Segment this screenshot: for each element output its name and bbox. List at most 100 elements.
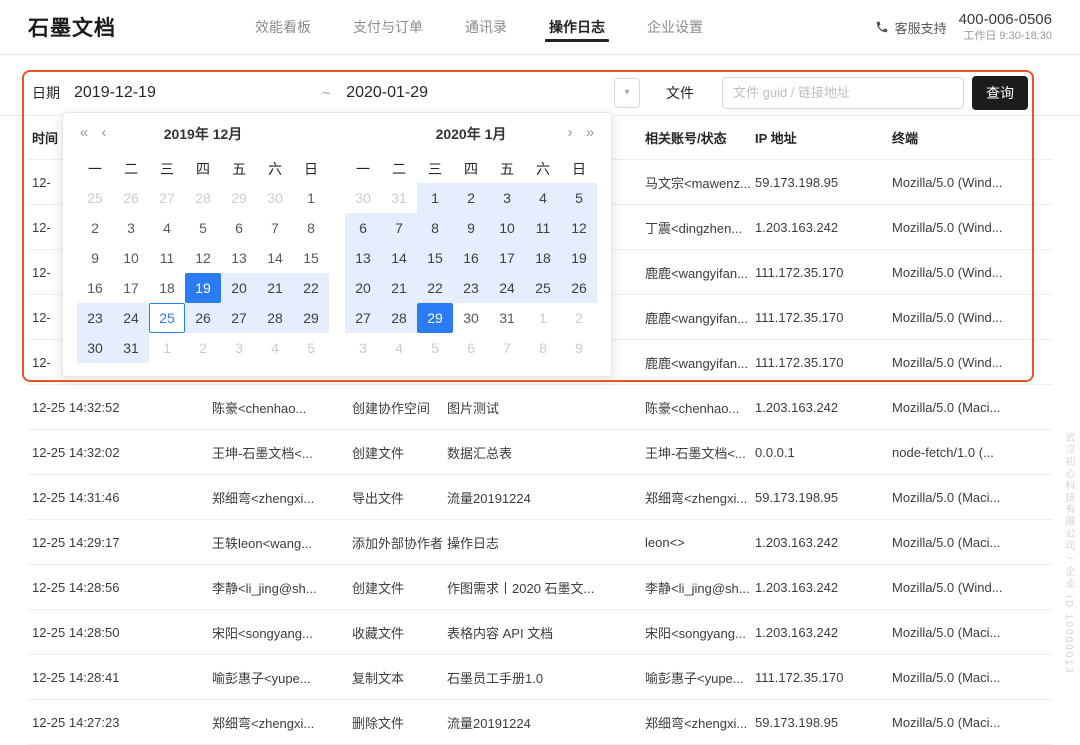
calendar-day[interactable]: 30 [77,333,113,363]
calendar-day[interactable]: 5 [561,183,597,213]
calendar-day[interactable]: 9 [453,213,489,243]
calendar-day[interactable]: 25 [77,183,113,213]
calendar-day[interactable]: 14 [381,243,417,273]
calendar-day[interactable]: 3 [221,333,257,363]
calendar-day[interactable]: 11 [525,213,561,243]
calendar-day[interactable]: 28 [185,183,221,213]
calendar-day[interactable]: 3 [113,213,149,243]
calendar-day[interactable]: 13 [345,243,381,273]
calendar-day[interactable]: 7 [489,333,525,363]
calendar-day[interactable]: 30 [257,183,293,213]
calendar-day[interactable]: 6 [221,213,257,243]
nav-item-active[interactable]: 操作日志 [528,0,626,55]
calendar-day[interactable]: 21 [381,273,417,303]
nav-item[interactable]: 支付与订单 [332,0,444,55]
file-guid-input[interactable] [722,77,964,109]
calendar-day[interactable]: 18 [525,243,561,273]
calendar-day[interactable]: 7 [257,213,293,243]
calendar-day[interactable]: 30 [453,303,489,333]
calendar-day[interactable]: 26 [561,273,597,303]
calendar-day[interactable]: 4 [381,333,417,363]
date-range-input[interactable]: 2019-12-19 ~ 2020-01-29 [74,84,614,102]
calendar-day[interactable]: 5 [185,213,221,243]
calendar-day[interactable]: 2 [453,183,489,213]
calendar-day[interactable]: 27 [149,183,185,213]
calendar-day[interactable]: 2 [185,333,221,363]
calendar-day[interactable]: 25 [149,303,185,333]
calendar-day[interactable]: 11 [149,243,185,273]
calendar-day[interactable]: 18 [149,273,185,303]
calendar-day[interactable]: 1 [293,183,329,213]
calendar-day[interactable]: 20 [221,273,257,303]
query-button[interactable]: 查询 [972,76,1028,110]
calendar-day[interactable]: 22 [293,273,329,303]
calendar-day[interactable]: 7 [381,213,417,243]
nav-item[interactable]: 通讯录 [444,0,528,55]
brand-logo[interactable]: 石墨文档 [28,12,116,42]
calendar-day[interactable]: 23 [77,303,113,333]
calendar-day[interactable]: 30 [345,183,381,213]
calendar-day[interactable]: 9 [77,243,113,273]
calendar-day[interactable]: 16 [453,243,489,273]
calendar-day[interactable]: 25 [525,273,561,303]
calendar-day[interactable]: 6 [345,213,381,243]
calendar-day[interactable]: 1 [417,183,453,213]
calendar-day[interactable]: 26 [113,183,149,213]
calendar-day[interactable]: 8 [417,213,453,243]
calendar-day[interactable]: 31 [489,303,525,333]
calendar-day[interactable]: 22 [417,273,453,303]
date-start-value[interactable]: 2019-12-19 [74,84,322,102]
prev-month-button[interactable]: ‹ [95,124,113,141]
calendar-day[interactable]: 6 [453,333,489,363]
calendar-day[interactable]: 15 [417,243,453,273]
calendar-day[interactable]: 19 [185,273,221,303]
calendar-day[interactable]: 27 [221,303,257,333]
calendar-day[interactable]: 20 [345,273,381,303]
calendar-day[interactable]: 29 [293,303,329,333]
calendar-day[interactable]: 8 [293,213,329,243]
calendar-day[interactable]: 29 [417,303,453,333]
calendar-day[interactable]: 19 [561,243,597,273]
calendar-day[interactable]: 5 [293,333,329,363]
calendar-day[interactable]: 2 [77,213,113,243]
calendar-day[interactable]: 1 [525,303,561,333]
calendar-day[interactable]: 10 [489,213,525,243]
next-year-button[interactable]: » [581,124,599,141]
calendar-day[interactable]: 13 [221,243,257,273]
calendar-day[interactable]: 9 [561,333,597,363]
calendar-day[interactable]: 14 [257,243,293,273]
calendar-day[interactable]: 10 [113,243,149,273]
calendar-day[interactable]: 28 [257,303,293,333]
calendar-day[interactable]: 3 [345,333,381,363]
calendar-day[interactable]: 4 [525,183,561,213]
date-end-value[interactable]: 2020-01-29 [346,84,428,102]
calendar-day[interactable]: 3 [489,183,525,213]
calendar-day[interactable]: 4 [149,213,185,243]
prev-year-button[interactable]: « [75,124,93,141]
calendar-day[interactable]: 23 [453,273,489,303]
calendar-day[interactable]: 4 [257,333,293,363]
calendar-day[interactable]: 24 [113,303,149,333]
calendar-day[interactable]: 15 [293,243,329,273]
nav-item[interactable]: 企业设置 [626,0,724,55]
nav-item[interactable]: 效能看板 [234,0,332,55]
calendar-day[interactable]: 21 [257,273,293,303]
calendar-day[interactable]: 12 [185,243,221,273]
calendar-day[interactable]: 16 [77,273,113,303]
calendar-day[interactable]: 8 [525,333,561,363]
calendar-day[interactable]: 5 [417,333,453,363]
date-preset-dropdown[interactable]: ▾ [614,78,640,108]
calendar-day[interactable]: 12 [561,213,597,243]
calendar-day[interactable]: 29 [221,183,257,213]
calendar-day[interactable]: 17 [113,273,149,303]
calendar-day[interactable]: 24 [489,273,525,303]
calendar-day[interactable]: 31 [381,183,417,213]
calendar-day[interactable]: 2 [561,303,597,333]
calendar-day[interactable]: 1 [149,333,185,363]
calendar-day[interactable]: 26 [185,303,221,333]
calendar-day[interactable]: 17 [489,243,525,273]
calendar-day[interactable]: 27 [345,303,381,333]
calendar-day[interactable]: 31 [113,333,149,363]
next-month-button[interactable]: › [561,124,579,141]
calendar-day[interactable]: 28 [381,303,417,333]
